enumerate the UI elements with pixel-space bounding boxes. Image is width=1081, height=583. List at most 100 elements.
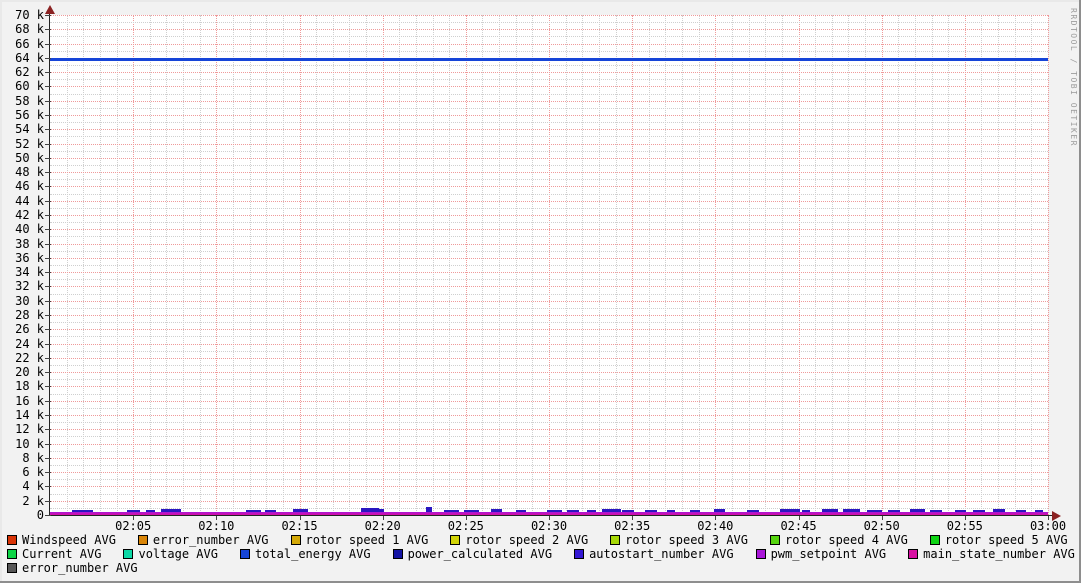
y-tick-label: 16 k <box>15 393 44 408</box>
y-tick-label: 24 k <box>15 336 44 351</box>
legend-label: rotor speed 1 AVG <box>305 533 429 547</box>
gridline-horizontal-minor <box>50 193 1048 195</box>
x-tick-label: 02:15 <box>281 519 318 533</box>
gridline-horizontal-major <box>50 329 1048 331</box>
legend-item: voltage AVG <box>123 547 218 561</box>
data-spike <box>126 510 140 512</box>
gridline-horizontal-minor <box>50 350 1048 352</box>
legend-label: rotor speed 4 AVG <box>785 533 908 547</box>
gridline-horizontal-minor <box>50 393 1048 395</box>
x-tick-mark <box>1048 516 1049 520</box>
x-tick-label: 02:30 <box>530 519 568 533</box>
y-tick-mark <box>45 472 51 474</box>
y-tick-label: 40 k <box>15 222 44 237</box>
y-tick-label: 20 k <box>15 365 44 380</box>
gridline-horizontal-minor <box>50 65 1048 66</box>
y-tick-mark <box>45 286 51 288</box>
data-spike <box>888 509 900 512</box>
x-tick-label: 02:55 <box>946 519 983 533</box>
x-tick-label: 02:05 <box>115 519 152 533</box>
y-tick-label: 50 k <box>15 150 44 165</box>
legend-swatch-icon <box>123 549 134 559</box>
y-tick-mark <box>45 43 51 45</box>
data-spike <box>264 509 277 512</box>
x-tick-label: 02:20 <box>364 519 401 533</box>
x-tick-mark <box>465 516 467 520</box>
gridline-horizontal-major <box>50 429 1048 431</box>
legend-swatch-icon <box>7 549 17 559</box>
frame-border-top <box>0 0 1081 2</box>
data-spike <box>425 507 432 512</box>
x-tick-mark <box>299 516 301 520</box>
legend-swatch-icon <box>755 549 766 559</box>
legend-label: pwm_setpoint AVG <box>770 547 887 561</box>
gridline-horizontal-minor <box>50 479 1048 481</box>
y-tick-label: 18 k <box>15 379 44 394</box>
data-spike <box>1034 510 1043 512</box>
y-axis-arrow-icon <box>45 5 55 14</box>
y-tick-mark <box>45 415 51 416</box>
gridline-horizontal-minor <box>50 222 1048 224</box>
data-spike <box>71 510 94 512</box>
gridline-horizontal-minor <box>50 179 1048 181</box>
gridline-horizontal-major <box>50 172 1048 174</box>
legend-label: rotor speed 3 AVG <box>625 533 748 547</box>
gridline-horizontal-minor <box>50 150 1048 152</box>
y-tick-mark <box>45 343 51 345</box>
legend-swatch-icon <box>7 563 17 573</box>
x-tick-mark <box>798 516 800 520</box>
gridline-horizontal-minor <box>50 79 1048 81</box>
gridline-horizontal-minor <box>50 122 1048 124</box>
gridline-horizontal-major <box>50 315 1048 316</box>
gridline-horizontal-minor <box>50 365 1048 366</box>
y-tick-mark <box>45 329 51 331</box>
y-tick-mark <box>45 457 51 459</box>
gridline-horizontal-minor <box>50 507 1048 509</box>
legend-item: Current AVG <box>7 548 101 560</box>
data-spike <box>587 509 596 512</box>
y-tick-label: 56 k <box>15 108 44 122</box>
gridline-horizontal-minor <box>50 322 1048 324</box>
data-spike <box>1016 509 1027 512</box>
gridline-horizontal-major <box>50 15 1048 16</box>
gridline-horizontal-major <box>50 29 1048 31</box>
gridline-horizontal-minor <box>50 379 1048 381</box>
data-spike <box>954 509 967 512</box>
gridline-horizontal-major <box>50 186 1048 188</box>
y-tick-mark <box>45 86 51 88</box>
y-tick-mark <box>45 300 51 302</box>
data-spike <box>780 509 801 512</box>
y-tick-label: 44 k <box>15 193 44 208</box>
y-tick-mark <box>45 386 51 388</box>
y-tick-label: 4 k <box>22 479 44 494</box>
legend-swatch-icon <box>450 535 461 545</box>
legend-item: power_calculated AVG <box>392 548 552 560</box>
data-spike <box>547 509 563 512</box>
y-tick-mark <box>45 500 51 502</box>
legend-label: voltage AVG <box>138 547 218 561</box>
x-tick-mark <box>964 516 966 520</box>
y-tick-label: 8 k <box>22 450 44 465</box>
gridline-horizontal-major <box>50 500 1048 502</box>
data-spike <box>444 509 460 512</box>
legend-swatch-icon <box>392 549 403 559</box>
x-tick-label: 02:25 <box>447 519 484 533</box>
legend-item: rotor speed 5 AVG <box>929 534 1068 546</box>
legend-row: Current AVG voltage AVG total_energy AVG po… <box>7 547 1077 561</box>
data-spike <box>801 509 811 512</box>
y-tick-label: 70 k <box>15 8 44 22</box>
legend-swatch-icon <box>929 535 940 545</box>
x-tick-mark <box>632 516 634 520</box>
gridline-horizontal-minor <box>50 207 1048 209</box>
y-tick-mark <box>45 257 51 259</box>
legend-swatch-icon <box>574 549 585 559</box>
data-spike <box>690 509 701 512</box>
y-tick-label: 22 k <box>15 350 44 365</box>
legend-item: total_energy AVG <box>239 548 371 560</box>
gridline-horizontal-major <box>50 115 1048 116</box>
gridline-horizontal-major <box>50 357 1048 359</box>
gridline-horizontal-minor <box>50 93 1048 95</box>
y-tick-mark <box>45 372 51 374</box>
gridline-horizontal-minor <box>50 450 1048 452</box>
legend-swatch-icon <box>610 535 621 545</box>
